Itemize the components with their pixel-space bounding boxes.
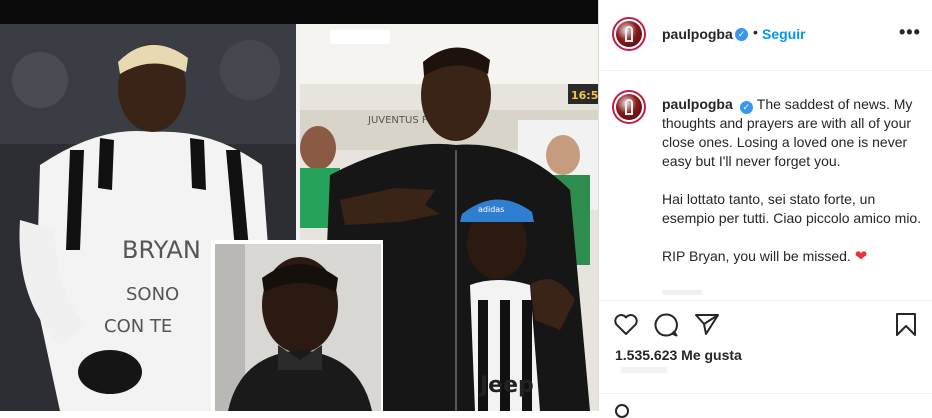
comment-bubble-icon[interactable]	[653, 312, 679, 338]
caption-line-2: Hai lottato tanto, sei stato forte, un e…	[662, 191, 922, 226]
paper-plane-icon[interactable]	[694, 312, 720, 336]
clock-text: 16:56	[571, 89, 598, 102]
add-comment-divider	[599, 393, 932, 394]
verified-badge-icon: ✓	[735, 28, 748, 41]
photo-inset-portrait	[211, 240, 383, 411]
shirt-text-1: BRYAN	[122, 236, 201, 264]
post-timestamp[interactable]	[621, 367, 667, 373]
caption-verified-badge-icon: ✓	[739, 101, 753, 114]
post-header: paulpogba ✓ • Seguir •••	[599, 0, 932, 71]
caption-area: paulpogba ✓ The saddest of news. My though…	[599, 71, 932, 300]
shirt-text-2: SONO	[126, 284, 179, 305]
post-image[interactable]: BRYAN SONO CON TE JUVENTUS Football 16:5…	[0, 0, 598, 411]
likes-count[interactable]: 1.535.623 Me gusta	[615, 347, 742, 363]
bookmark-icon[interactable]	[895, 312, 917, 338]
emoji-icon[interactable]	[615, 404, 629, 418]
photo-collage: BRYAN SONO CON TE JUVENTUS Football 16:5…	[0, 24, 598, 411]
separator-dot: •	[753, 24, 758, 40]
action-bar	[599, 308, 932, 344]
cap-brand: adidas	[478, 205, 504, 214]
follow-button[interactable]: Seguir	[762, 26, 806, 42]
avatar[interactable]	[612, 17, 646, 51]
post-side-panel: paulpogba ✓ • Seguir ••• paulpogba ✓ The s…	[599, 0, 932, 418]
caption: paulpogba ✓ The saddest of news. My though…	[662, 95, 924, 285]
caption-avatar[interactable]	[612, 90, 646, 124]
more-options-icon[interactable]: •••	[899, 22, 921, 43]
header-username[interactable]: paulpogba	[662, 26, 733, 42]
heart-outline-icon[interactable]	[613, 312, 639, 336]
actions-divider	[599, 300, 932, 301]
caption-line-3: RIP Bryan, you will be missed.	[662, 248, 851, 264]
shirt-text-3: CON TE	[104, 316, 172, 337]
heart-emoji: ❤	[854, 248, 868, 265]
jersey-text: Jeep	[478, 373, 534, 398]
caption-username[interactable]: paulpogba	[662, 96, 733, 112]
faint-divider	[662, 290, 702, 295]
